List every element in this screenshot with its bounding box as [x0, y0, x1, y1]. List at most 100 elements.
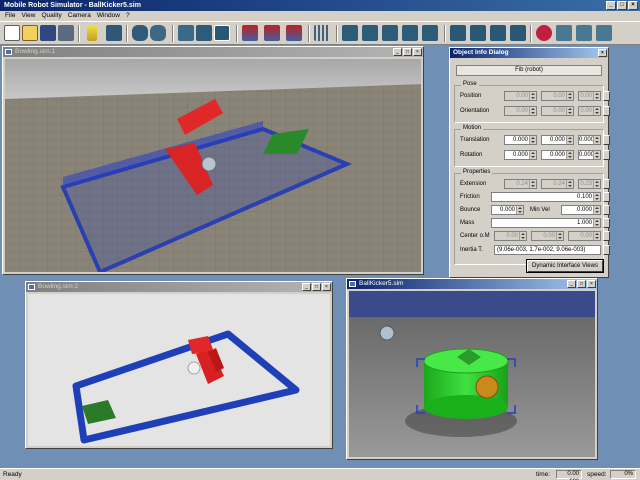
robot-arm-icon[interactable]: [132, 25, 148, 41]
spin-button[interactable]: [593, 92, 600, 100]
cube-2-icon[interactable]: [196, 25, 212, 41]
bounce-lock-button[interactable]: [603, 205, 610, 215]
arrow-icon[interactable]: [450, 25, 466, 41]
info-icon[interactable]: [87, 25, 97, 41]
selected-object-field[interactable]: Fib (robot): [456, 65, 602, 76]
maximize-button[interactable]: □: [617, 1, 627, 10]
maximize-button[interactable]: □: [403, 48, 412, 56]
window-title-bar[interactable]: Bowling.sim:1 _ □ ×: [3, 47, 423, 57]
window-title-bar[interactable]: Bowling.sim:2 _ □ ×: [26, 282, 332, 292]
menu-window[interactable]: Window: [94, 11, 123, 21]
close-button[interactable]: ×: [628, 1, 638, 10]
record-icon[interactable]: [536, 25, 552, 41]
dialog-title-bar[interactable]: Object Info Dialog ×: [450, 48, 608, 58]
spin-button[interactable]: [593, 232, 600, 240]
position-z-field[interactable]: 0.00: [578, 91, 601, 101]
center-z-field[interactable]: 0.00: [568, 231, 601, 241]
floppy-icon[interactable]: [576, 25, 592, 41]
cube-3-icon[interactable]: [214, 25, 230, 41]
cube-8-icon[interactable]: [422, 25, 438, 41]
close-button[interactable]: ×: [322, 283, 331, 291]
list-icon[interactable]: [106, 25, 122, 41]
rotation-x-field[interactable]: 0.000: [504, 150, 537, 160]
center-lock-button[interactable]: [603, 231, 610, 241]
orientation-lock-button[interactable]: [603, 106, 610, 116]
spin-button[interactable]: [529, 151, 536, 159]
menu-view[interactable]: View: [18, 11, 38, 21]
mass-field[interactable]: 1.000: [491, 218, 601, 228]
rotation-y-field[interactable]: 0.000: [541, 150, 574, 160]
minimize-button[interactable]: _: [606, 1, 616, 10]
rotation-z-field[interactable]: 0.000: [578, 150, 601, 160]
spin-button[interactable]: [593, 107, 600, 115]
extension-z-field[interactable]: 0.23: [578, 179, 601, 189]
translation-z-field[interactable]: 0.000: [578, 135, 601, 145]
window-bowling-1[interactable]: Bowling.sim:1 _ □ ×: [2, 46, 424, 275]
spin-button[interactable]: [556, 232, 563, 240]
cube-6-icon[interactable]: [382, 25, 398, 41]
translation-y-field[interactable]: 0.000: [541, 135, 574, 145]
spin-button[interactable]: [566, 92, 573, 100]
joint-2-icon[interactable]: [264, 25, 280, 41]
center-x-field[interactable]: 0.00: [494, 231, 527, 241]
menu-camera[interactable]: Camera: [65, 11, 94, 21]
extension-lock-button[interactable]: [603, 179, 610, 189]
maximize-button[interactable]: □: [577, 280, 586, 288]
center-y-field[interactable]: 0.00: [531, 231, 564, 241]
rotation-lock-button[interactable]: [603, 150, 610, 160]
cube-4-icon[interactable]: [342, 25, 358, 41]
close-button[interactable]: ×: [413, 48, 422, 56]
spin-button[interactable]: [593, 151, 600, 159]
menu-quality[interactable]: Quality: [38, 11, 64, 21]
undo-icon[interactable]: [596, 25, 612, 41]
joint-icon[interactable]: [242, 25, 258, 41]
window-ballkicker[interactable]: BallKicker5.sim _ □ ×: [346, 278, 598, 460]
spin-button[interactable]: [516, 206, 523, 214]
print-icon[interactable]: [58, 25, 74, 41]
close-button[interactable]: ×: [587, 280, 596, 288]
position-lock-button[interactable]: [603, 91, 610, 101]
dynamic-interface-views-button[interactable]: Dynamic Interface Views: [526, 259, 604, 273]
friction-field[interactable]: 0.100: [491, 192, 601, 202]
extension-x-field[interactable]: 0.24: [504, 179, 537, 189]
3d-viewport[interactable]: [5, 59, 421, 272]
spin-button[interactable]: [529, 180, 536, 188]
bounce-field[interactable]: 0.000: [491, 205, 524, 215]
close-button[interactable]: ×: [598, 49, 607, 57]
spin-button[interactable]: [566, 180, 573, 188]
3d-viewport[interactable]: [28, 294, 330, 446]
position-x-field[interactable]: 0.00: [504, 91, 537, 101]
mass-lock-button[interactable]: [603, 218, 610, 228]
position-y-field[interactable]: 0.00: [541, 91, 574, 101]
friction-lock-button[interactable]: [603, 192, 610, 202]
minimize-button[interactable]: _: [393, 48, 402, 56]
orientation-y-field[interactable]: 0.00: [541, 106, 574, 116]
inertia-field[interactable]: (9.06e-003, 1.7e-002, 9.06e-003): [494, 245, 601, 255]
spin-button[interactable]: [593, 219, 600, 227]
spin-button[interactable]: [593, 206, 600, 214]
menu-file[interactable]: File: [2, 11, 18, 21]
maximize-button[interactable]: □: [312, 283, 321, 291]
spin-button[interactable]: [593, 136, 600, 144]
object-info-dialog[interactable]: Object Info Dialog × Fib (robot) Pose Po…: [449, 47, 610, 278]
cube-5-icon[interactable]: [362, 25, 378, 41]
spin-button[interactable]: [593, 180, 600, 188]
cube-7-icon[interactable]: [402, 25, 418, 41]
spin-button[interactable]: [529, 92, 536, 100]
window-title-bar[interactable]: BallKicker5.sim _ □ ×: [347, 279, 597, 289]
robot-arm-2-icon[interactable]: [150, 25, 166, 41]
translation-lock-button[interactable]: [603, 135, 610, 145]
spin-button[interactable]: [566, 136, 573, 144]
new-icon[interactable]: [4, 25, 20, 41]
extension-y-field[interactable]: 0.24: [541, 179, 574, 189]
cube-icon[interactable]: [178, 25, 194, 41]
minimize-button[interactable]: _: [567, 280, 576, 288]
orientation-z-field[interactable]: 0.00: [578, 106, 601, 116]
window-bowling-2[interactable]: Bowling.sim:2 _ □ ×: [25, 281, 333, 449]
spin-button[interactable]: [529, 107, 536, 115]
spin-button[interactable]: [566, 151, 573, 159]
orientation-x-field[interactable]: 0.00: [504, 106, 537, 116]
open-icon[interactable]: [22, 25, 38, 41]
3d-viewport[interactable]: [349, 291, 595, 457]
minimize-button[interactable]: _: [302, 283, 311, 291]
